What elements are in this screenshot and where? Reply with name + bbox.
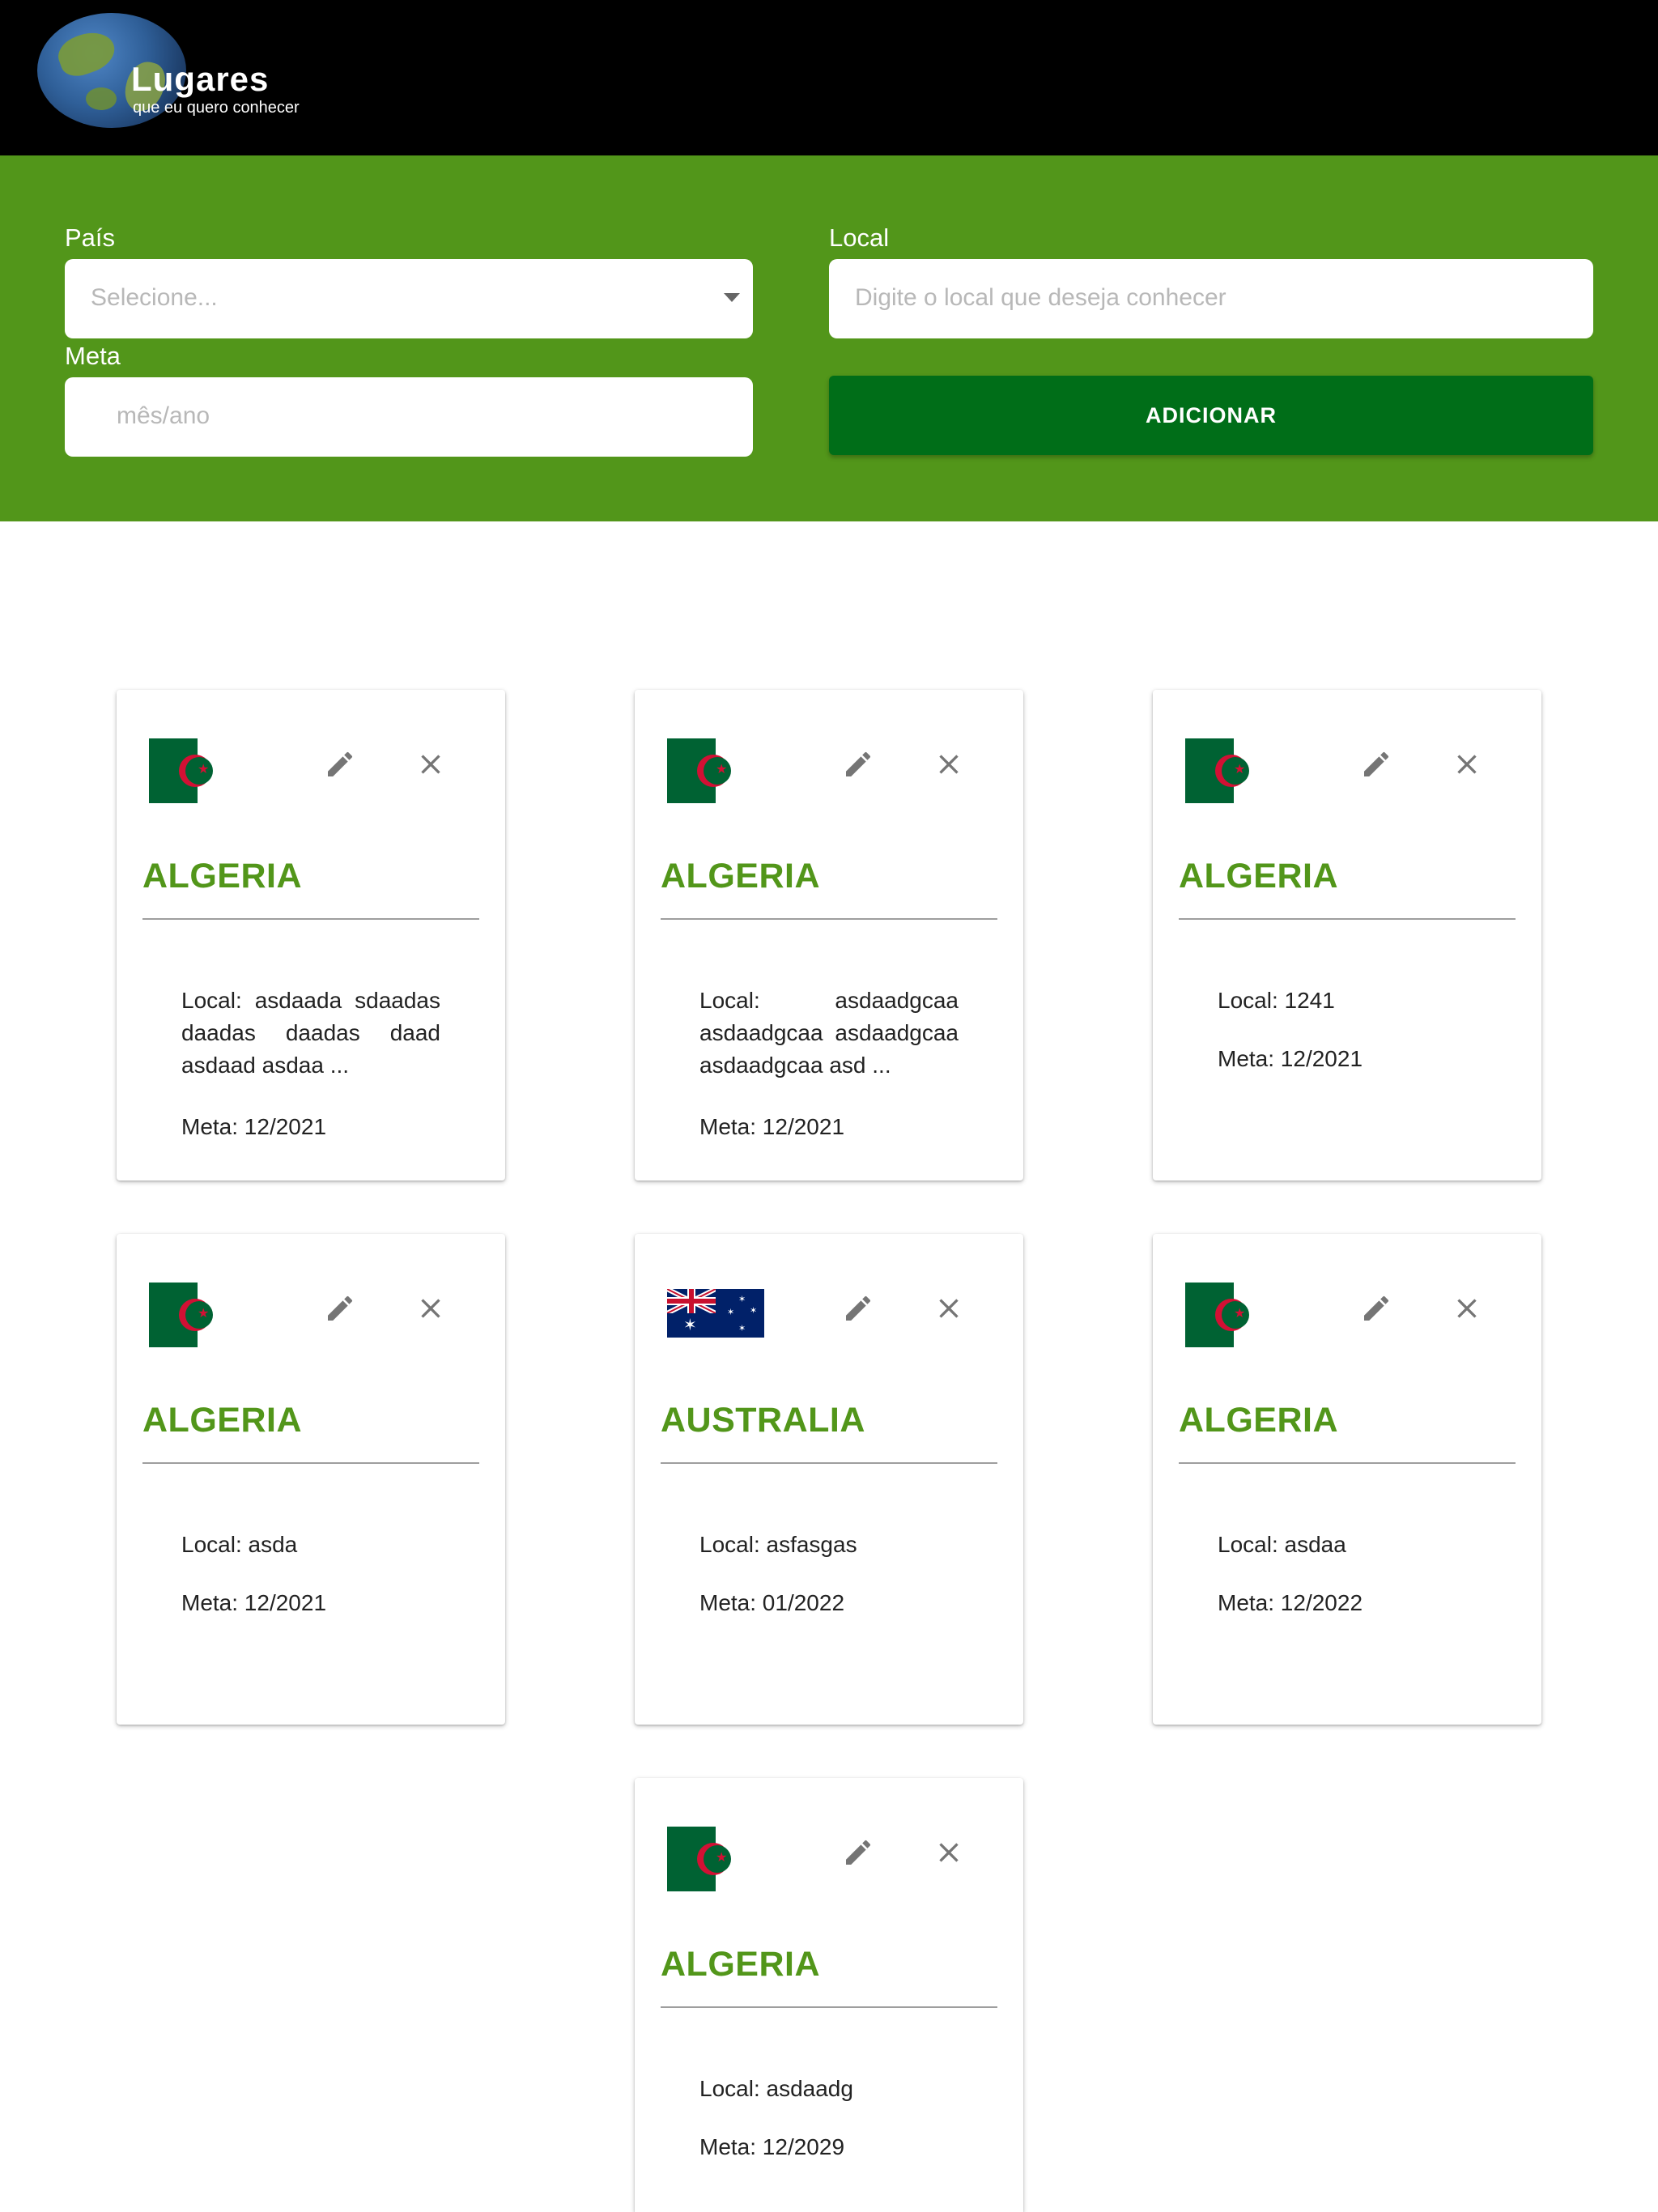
pencil-icon [1364, 1295, 1389, 1321]
meta-text: Meta: 12/2021 [181, 1114, 327, 1139]
algeria-flag: ★ [149, 738, 214, 803]
pencil-icon [1364, 751, 1389, 776]
algeria-flag: ★ [667, 738, 732, 803]
delete-button[interactable] [926, 742, 971, 787]
country-name: ALGERIA [661, 1945, 820, 1984]
local-text: Local: asdaa [1218, 1532, 1346, 1557]
local-text: Local: asdaada sdaadas daadas daadas daa… [181, 988, 440, 1078]
divider [1179, 1462, 1516, 1464]
delete-button[interactable] [408, 1286, 453, 1331]
meta-text: Meta: 12/2021 [699, 1114, 845, 1139]
algeria-flag: ★ [667, 1827, 732, 1891]
divider [661, 1462, 997, 1464]
algeria-flag: ★ [149, 1283, 214, 1347]
app-logo[interactable]: Lugares que eu quero conhecer [37, 13, 329, 131]
pais-label: País [65, 223, 116, 252]
local-text: Local: asdaadgcaa asdaadgcaa asdaadgcaa … [699, 988, 959, 1078]
local-input-placeholder: Digite o local que deseja conhecer [855, 284, 1226, 311]
place-card: ★ ALGERIA Local: asdaadgcaa asdaadgcaa a… [635, 690, 1023, 1180]
divider [661, 918, 997, 920]
close-icon [421, 755, 440, 774]
country-name: AUSTRALIA [661, 1401, 865, 1440]
divider [142, 1462, 479, 1464]
country-name: ALGERIA [1179, 1401, 1338, 1440]
place-card: ★ ALGERIA Local: asdaadg Meta: 12/2029 [635, 1778, 1023, 2212]
close-icon [1457, 755, 1477, 774]
meta-input-placeholder: mês/ano [117, 402, 210, 429]
place-card: ★ ALGERIA Local: asdaada sdaadas daadas … [117, 690, 505, 1180]
pencil-icon [846, 1840, 871, 1865]
brand-name: Lugares [131, 60, 270, 98]
add-place-form: País Selecione... Local Digite o local q… [0, 155, 1658, 521]
divider [142, 918, 479, 920]
close-icon [939, 1843, 959, 1862]
pencil-icon [846, 1295, 871, 1321]
edit-button[interactable] [835, 742, 881, 787]
brand-tagline: que eu quero conhecer [133, 99, 300, 117]
edit-button[interactable] [835, 1830, 881, 1875]
australia-flag: ✶ ✶ ✶ ✶ ✶ [667, 1289, 764, 1338]
divider [1179, 918, 1516, 920]
local-text: Local: asdaadg [699, 2076, 853, 2101]
close-icon [1457, 1299, 1477, 1318]
delete-button[interactable] [1444, 1286, 1490, 1331]
algeria-flag: ★ [1185, 738, 1250, 803]
meta-text: Meta: 12/2022 [1218, 1590, 1363, 1615]
local-input[interactable]: Digite o local que deseja conhecer [829, 259, 1593, 338]
edit-button[interactable] [317, 1286, 363, 1331]
pais-select-placeholder: Selecione... [91, 284, 218, 311]
pencil-icon [846, 751, 871, 776]
close-icon [939, 1299, 959, 1318]
meta-text: Meta: 12/2029 [699, 2134, 845, 2159]
place-card: ★ ALGERIA Local: asda Meta: 12/2021 [117, 1234, 505, 1725]
local-text: Local: asda [181, 1532, 298, 1557]
meta-input[interactable]: mês/ano [65, 377, 753, 457]
meta-text: Meta: 12/2021 [1218, 1046, 1363, 1071]
delete-button[interactable] [408, 742, 453, 787]
country-name: ALGERIA [661, 857, 820, 895]
pencil-icon [328, 751, 353, 776]
pencil-icon [328, 1295, 353, 1321]
delete-button[interactable] [1444, 742, 1490, 787]
place-card: ★ ALGERIA Local: asdaa Meta: 12/2022 [1153, 1234, 1541, 1725]
local-text: Local: 1241 [1218, 988, 1335, 1013]
edit-button[interactable] [1354, 1286, 1399, 1331]
country-name: ALGERIA [142, 857, 302, 895]
edit-button[interactable] [835, 1286, 881, 1331]
place-card: ★ ALGERIA Local: 1241 Meta: 12/2021 [1153, 690, 1541, 1180]
meta-label: Meta [65, 342, 121, 370]
close-icon [939, 755, 959, 774]
meta-text: Meta: 01/2022 [699, 1590, 845, 1615]
edit-button[interactable] [1354, 742, 1399, 787]
close-icon [421, 1299, 440, 1318]
place-card: ✶ ✶ ✶ ✶ ✶ AUSTRALIA Local: asfasgas Meta… [635, 1234, 1023, 1725]
add-button[interactable]: ADICIONAR [829, 376, 1593, 455]
meta-text: Meta: 12/2021 [181, 1590, 327, 1615]
country-name: ALGERIA [1179, 857, 1338, 895]
country-name: ALGERIA [142, 1401, 302, 1440]
delete-button[interactable] [926, 1830, 971, 1875]
local-text: Local: asfasgas [699, 1532, 857, 1557]
app-header: Lugares que eu quero conhecer [0, 0, 1658, 155]
delete-button[interactable] [926, 1286, 971, 1331]
divider [661, 2006, 997, 2008]
local-label: Local [829, 223, 890, 252]
chevron-down-icon [724, 293, 740, 302]
algeria-flag: ★ [1185, 1283, 1250, 1347]
edit-button[interactable] [317, 742, 363, 787]
pais-select[interactable]: Selecione... [65, 259, 753, 338]
